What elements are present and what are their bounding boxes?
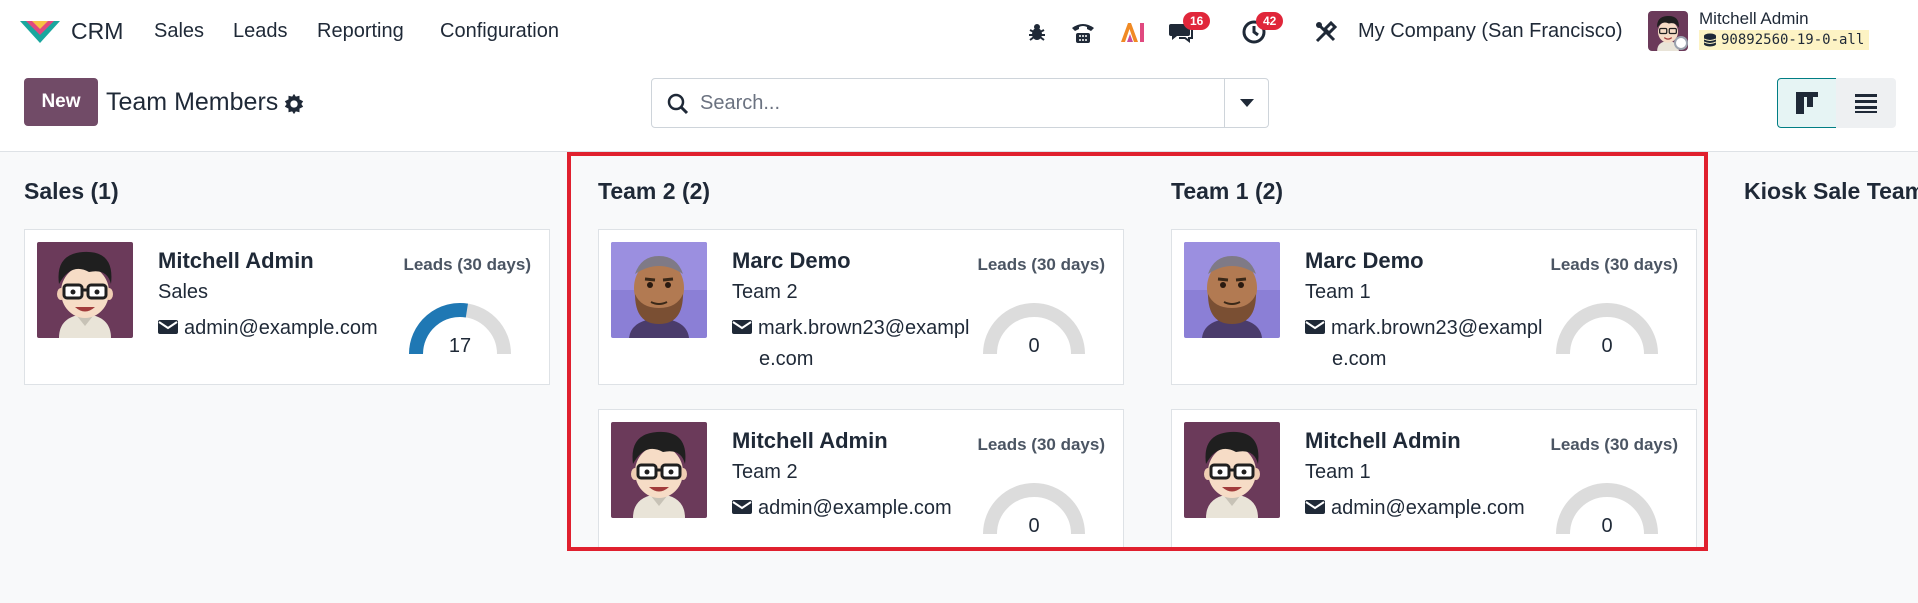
caret-down-icon — [1239, 99, 1254, 107]
list-view-button[interactable] — [1836, 78, 1896, 128]
ai-icon[interactable] — [1118, 18, 1146, 46]
menu-configuration[interactable]: Configuration — [440, 20, 559, 43]
member-avatar — [1184, 242, 1280, 338]
leads-count: 0 — [1601, 515, 1613, 537]
search-icon — [667, 93, 689, 115]
page-title: Team Members — [106, 88, 279, 116]
envelope-icon — [732, 320, 752, 334]
activity-clock-icon[interactable]: 42 — [1240, 12, 1284, 46]
member-name: Mitchell Admin — [158, 248, 314, 273]
member-name: Marc Demo — [1305, 248, 1424, 273]
member-email: mark.brown23@example.com — [732, 313, 972, 375]
top-navbar: CRM Sales Leads Reporting Configuration … — [0, 0, 1918, 64]
member-avatar — [611, 242, 707, 338]
team-member-card[interactable]: Mitchell Admin Team 2 admin@example.com Lea… — [598, 409, 1124, 549]
member-name: Mitchell Admin — [732, 428, 888, 453]
leads-count: 17 — [448, 335, 472, 357]
control-panel: New Team Members — [0, 64, 1918, 152]
member-team: Team 2 — [732, 281, 798, 303]
chat-badge: 16 — [1183, 12, 1211, 30]
activity-badge: 42 — [1256, 12, 1284, 30]
leads-label: Leads (30 days) — [1550, 255, 1678, 274]
leads-count: 0 — [1028, 335, 1040, 357]
column-title[interactable]: Team 1 (2) — [1171, 178, 1283, 205]
member-email: admin@example.com — [158, 313, 378, 344]
member-email-text: mark.brown23@example.com — [1331, 317, 1543, 370]
column-title[interactable]: Team 2 (2) — [598, 178, 710, 205]
member-email: mark.brown23@example.com — [1305, 313, 1545, 375]
leads-label: Leads (30 days) — [1550, 435, 1678, 454]
envelope-icon — [158, 320, 178, 334]
search-options-toggle[interactable] — [1224, 79, 1268, 127]
menu-reporting[interactable]: Reporting — [317, 20, 404, 43]
member-name: Marc Demo — [732, 248, 851, 273]
company-switcher[interactable]: My Company (San Francisco) — [1358, 20, 1623, 43]
member-avatar — [611, 422, 707, 518]
member-email-text: mark.brown23@example.com — [758, 317, 970, 370]
column-title[interactable]: Sales (1) — [24, 178, 119, 205]
new-button[interactable]: New — [24, 78, 98, 126]
database-icon — [1704, 33, 1716, 47]
member-team: Sales — [158, 281, 209, 303]
member-email: admin@example.com — [732, 493, 952, 524]
team-member-card[interactable]: Marc Demo Team 2 mark.brown23@example.com L… — [598, 229, 1124, 385]
member-team: Team 1 — [1305, 461, 1371, 483]
bug-icon[interactable] — [1023, 18, 1051, 46]
envelope-icon — [1305, 320, 1325, 334]
team-member-card[interactable]: Mitchell Admin Team 1 admin@example.com Lea… — [1171, 409, 1697, 549]
settings-tools-icon[interactable] — [1312, 18, 1340, 46]
database-name: 90892560-19-0-all — [1721, 32, 1865, 48]
leads-label: Leads (30 days) — [403, 255, 531, 274]
kanban-view-button[interactable] — [1777, 78, 1837, 128]
user-name[interactable]: Mitchell Admin — [1699, 9, 1809, 29]
member-avatar — [1184, 422, 1280, 518]
list-view-icon — [1855, 94, 1877, 113]
gear-icon[interactable] — [283, 93, 305, 115]
leads-count: 0 — [1028, 515, 1040, 537]
menu-sales[interactable]: Sales — [154, 20, 204, 43]
search-input[interactable] — [700, 87, 1200, 119]
phone-icon[interactable] — [1069, 18, 1097, 46]
envelope-icon — [1305, 500, 1325, 514]
member-email-text: admin@example.com — [1331, 497, 1525, 519]
member-team: Team 2 — [732, 461, 798, 483]
envelope-icon — [732, 500, 752, 514]
crm-logo-icon[interactable] — [20, 17, 60, 45]
leads-count: 0 — [1601, 335, 1613, 357]
member-email: admin@example.com — [1305, 493, 1525, 524]
member-team: Team 1 — [1305, 281, 1371, 303]
chat-icon[interactable]: 16 — [1167, 12, 1211, 46]
database-badge: 90892560-19-0-all — [1699, 30, 1870, 50]
user-status-indicator — [1674, 36, 1688, 50]
column-title[interactable]: Kiosk Sale Team — [1744, 178, 1918, 205]
member-avatar — [37, 242, 133, 338]
team-member-card[interactable]: Marc Demo Team 1 mark.brown23@example.com L… — [1171, 229, 1697, 385]
app-name[interactable]: CRM — [71, 18, 123, 45]
menu-leads[interactable]: Leads — [233, 20, 288, 43]
member-email-text: admin@example.com — [184, 317, 378, 339]
member-name: Mitchell Admin — [1305, 428, 1461, 453]
kanban-view-icon — [1796, 92, 1818, 114]
team-member-card[interactable]: Mitchell Admin Sales admin@example.com Lead… — [24, 229, 550, 385]
member-email-text: admin@example.com — [758, 497, 952, 519]
leads-label: Leads (30 days) — [977, 435, 1105, 454]
leads-label: Leads (30 days) — [977, 255, 1105, 274]
search-bar — [651, 78, 1269, 128]
